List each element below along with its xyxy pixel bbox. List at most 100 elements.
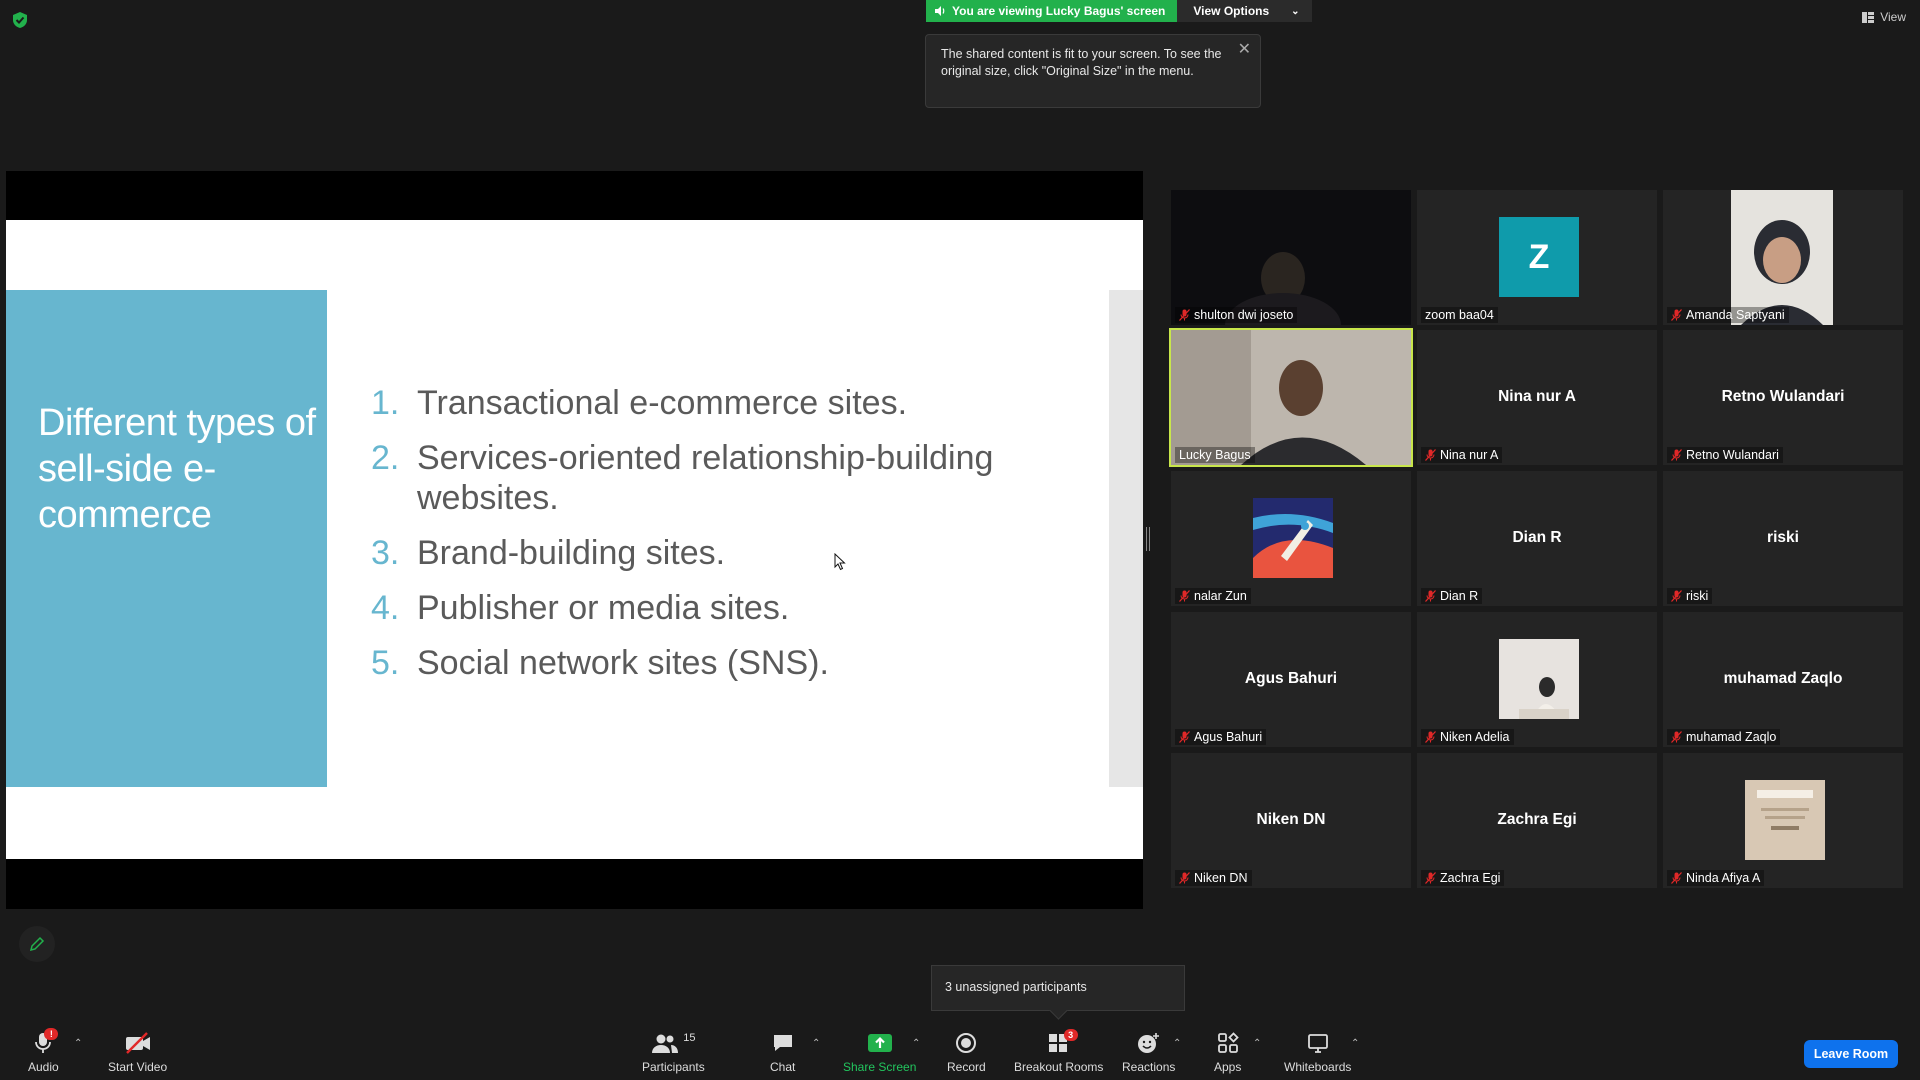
muted-mic-icon — [1671, 872, 1682, 884]
apps-button[interactable]: Apps — [1214, 1030, 1241, 1074]
whiteboards-button[interactable]: Whiteboards — [1284, 1030, 1351, 1074]
list-item: 2. Services-oriented relationship-buildin… — [371, 439, 994, 517]
resize-handle[interactable] — [1146, 527, 1150, 551]
participant-name: Agus Bahuri — [1194, 730, 1263, 744]
participant-name: Zachra Egi — [1440, 871, 1501, 885]
participant-name: muhamad Zaqlo — [1686, 730, 1777, 744]
muted-mic-icon — [1425, 872, 1436, 884]
participant-name: riski — [1686, 589, 1709, 603]
view-label: View — [1880, 10, 1906, 24]
participant-photo — [1745, 780, 1825, 860]
participant-tile[interactable]: nalar Zun — [1171, 471, 1411, 606]
slide-list: 1. Transactional e-commerce sites. 2. Serv… — [371, 383, 1091, 698]
participant-tile[interactable]: Niken Adelia — [1417, 612, 1657, 747]
participant-tile[interactable]: Retno Wulandari Retno Wulandari — [1663, 330, 1903, 465]
view-options-button[interactable]: View Options ⌄ — [1177, 0, 1312, 22]
participant-name: Niken DN — [1194, 871, 1248, 885]
breakout-rooms-label: Breakout Rooms — [1014, 1060, 1104, 1074]
tooltip-text: The shared content is fit to your screen… — [941, 47, 1222, 78]
unassigned-text: 3 unassigned participants — [945, 980, 1087, 994]
audio-label: Audio — [28, 1060, 59, 1074]
breakout-rooms-button[interactable]: 3 Breakout Rooms — [1014, 1029, 1104, 1074]
muted-mic-icon — [1425, 449, 1436, 461]
leave-room-button[interactable]: Leave Room — [1804, 1040, 1898, 1068]
muted-mic-icon — [1671, 449, 1682, 461]
participant-display-name: riski — [1767, 529, 1799, 546]
unassigned-participants-popup[interactable]: 3 unassigned participants — [931, 965, 1185, 1011]
list-item: 5. Social network sites (SNS). — [371, 644, 829, 682]
view-options-label: View Options — [1193, 4, 1270, 18]
chat-button[interactable]: Chat — [770, 1030, 795, 1074]
participant-name: Niken Adelia — [1440, 730, 1510, 744]
participants-icon — [652, 1034, 679, 1053]
viewing-indicator: You are viewing Lucky Bagus' screen — [926, 0, 1178, 22]
participant-display-name: Niken DN — [1256, 811, 1326, 828]
participant-tile[interactable]: Amanda Saptyani — [1663, 190, 1903, 325]
participant-tile[interactable]: Nina nur A Nina nur A — [1417, 330, 1657, 465]
chat-icon — [773, 1035, 792, 1051]
reactions-options-caret-icon[interactable]: ⌃ — [1173, 1038, 1181, 1049]
chat-options-caret-icon[interactable]: ⌃ — [812, 1038, 820, 1049]
participant-tile[interactable]: riski riski — [1663, 471, 1903, 606]
participant-display-name: muhamad Zaqlo — [1723, 670, 1843, 687]
audio-button[interactable]: ! Audio — [28, 1028, 59, 1074]
whiteboards-label: Whiteboards — [1284, 1060, 1352, 1074]
participant-name: Lucky Bagus — [1179, 448, 1251, 462]
participant-tile[interactable]: Zachra Egi Zachra Egi — [1417, 753, 1657, 888]
slide-title: Different types of sell-side e-commerce — [38, 402, 316, 536]
record-label: Record — [947, 1060, 986, 1074]
participant-tile[interactable]: Ninda Afiya A — [1663, 753, 1903, 888]
share-screen-icon — [867, 1034, 892, 1052]
list-item: 4. Publisher or media sites. — [371, 589, 790, 627]
participants-button[interactable]: 15 Participants — [642, 1030, 705, 1074]
reactions-label: Reactions — [1122, 1060, 1176, 1074]
slide-title-panel — [6, 290, 327, 787]
avatar: Z — [1499, 217, 1579, 297]
participant-name: zoom baa04 — [1425, 308, 1494, 322]
share-banner: You are viewing Lucky Bagus' screen View… — [926, 0, 1312, 22]
view-button[interactable]: View — [1862, 10, 1906, 24]
audio-options-caret-icon[interactable]: ⌃ — [74, 1038, 82, 1049]
record-button[interactable]: Record — [947, 1030, 986, 1074]
mouse-cursor-icon — [834, 553, 846, 571]
security-shield-icon[interactable] — [10, 10, 30, 30]
participant-tile-active-speaker[interactable]: Lucky Bagus — [1169, 328, 1413, 467]
share-screen-button[interactable]: Share Screen — [843, 1030, 916, 1074]
muted-mic-icon — [1179, 309, 1190, 321]
participants-count: 15 — [683, 1032, 696, 1044]
muted-mic-icon — [1671, 309, 1682, 321]
whiteboards-options-caret-icon[interactable]: ⌃ — [1351, 1038, 1359, 1049]
participants-label: Participants — [642, 1060, 705, 1074]
reactions-button[interactable]: Reactions — [1122, 1030, 1175, 1074]
participant-tile[interactable]: shulton dwi joseto — [1171, 190, 1411, 325]
view-layout-icon — [1862, 11, 1875, 23]
participant-tile[interactable]: muhamad Zaqlo muhamad Zaqlo — [1663, 612, 1903, 747]
list-item: 1. Transactional e-commerce sites. — [371, 384, 908, 422]
participant-tile[interactable]: Niken DN Niken DN — [1171, 753, 1411, 888]
chat-label: Chat — [770, 1060, 796, 1074]
presentation-slide: Different types of sell-side e-commerce … — [6, 220, 1143, 859]
participant-display-name: Dian R — [1512, 529, 1562, 546]
muted-mic-icon — [1671, 590, 1682, 602]
participant-video — [1171, 190, 1411, 325]
apps-options-caret-icon[interactable]: ⌃ — [1253, 1038, 1261, 1049]
viewing-text: You are viewing Lucky Bagus' screen — [952, 4, 1166, 18]
share-options-caret-icon[interactable]: ⌃ — [912, 1038, 920, 1049]
participant-tile[interactable]: Z zoom baa04 — [1417, 190, 1657, 325]
start-video-button[interactable]: Start Video — [108, 1030, 167, 1074]
participant-display-name: Nina nur A — [1498, 388, 1576, 405]
muted-mic-icon — [1179, 590, 1190, 602]
participant-name: Amanda Saptyani — [1686, 308, 1785, 322]
breakout-badge: 3 — [1063, 1029, 1078, 1041]
apps-icon — [1217, 1032, 1239, 1053]
apps-label: Apps — [1214, 1060, 1242, 1074]
slide-side-bar — [1109, 290, 1143, 787]
participant-name: nalar Zun — [1194, 589, 1247, 603]
participant-tile[interactable]: Dian R Dian R — [1417, 471, 1657, 606]
pencil-icon — [29, 936, 45, 952]
whiteboard-icon — [1307, 1034, 1328, 1053]
annotate-button[interactable] — [19, 926, 55, 962]
participant-tile[interactable]: Agus Bahuri Agus Bahuri — [1171, 612, 1411, 747]
close-icon[interactable]: ✕ — [1238, 41, 1251, 58]
record-icon — [956, 1033, 977, 1053]
